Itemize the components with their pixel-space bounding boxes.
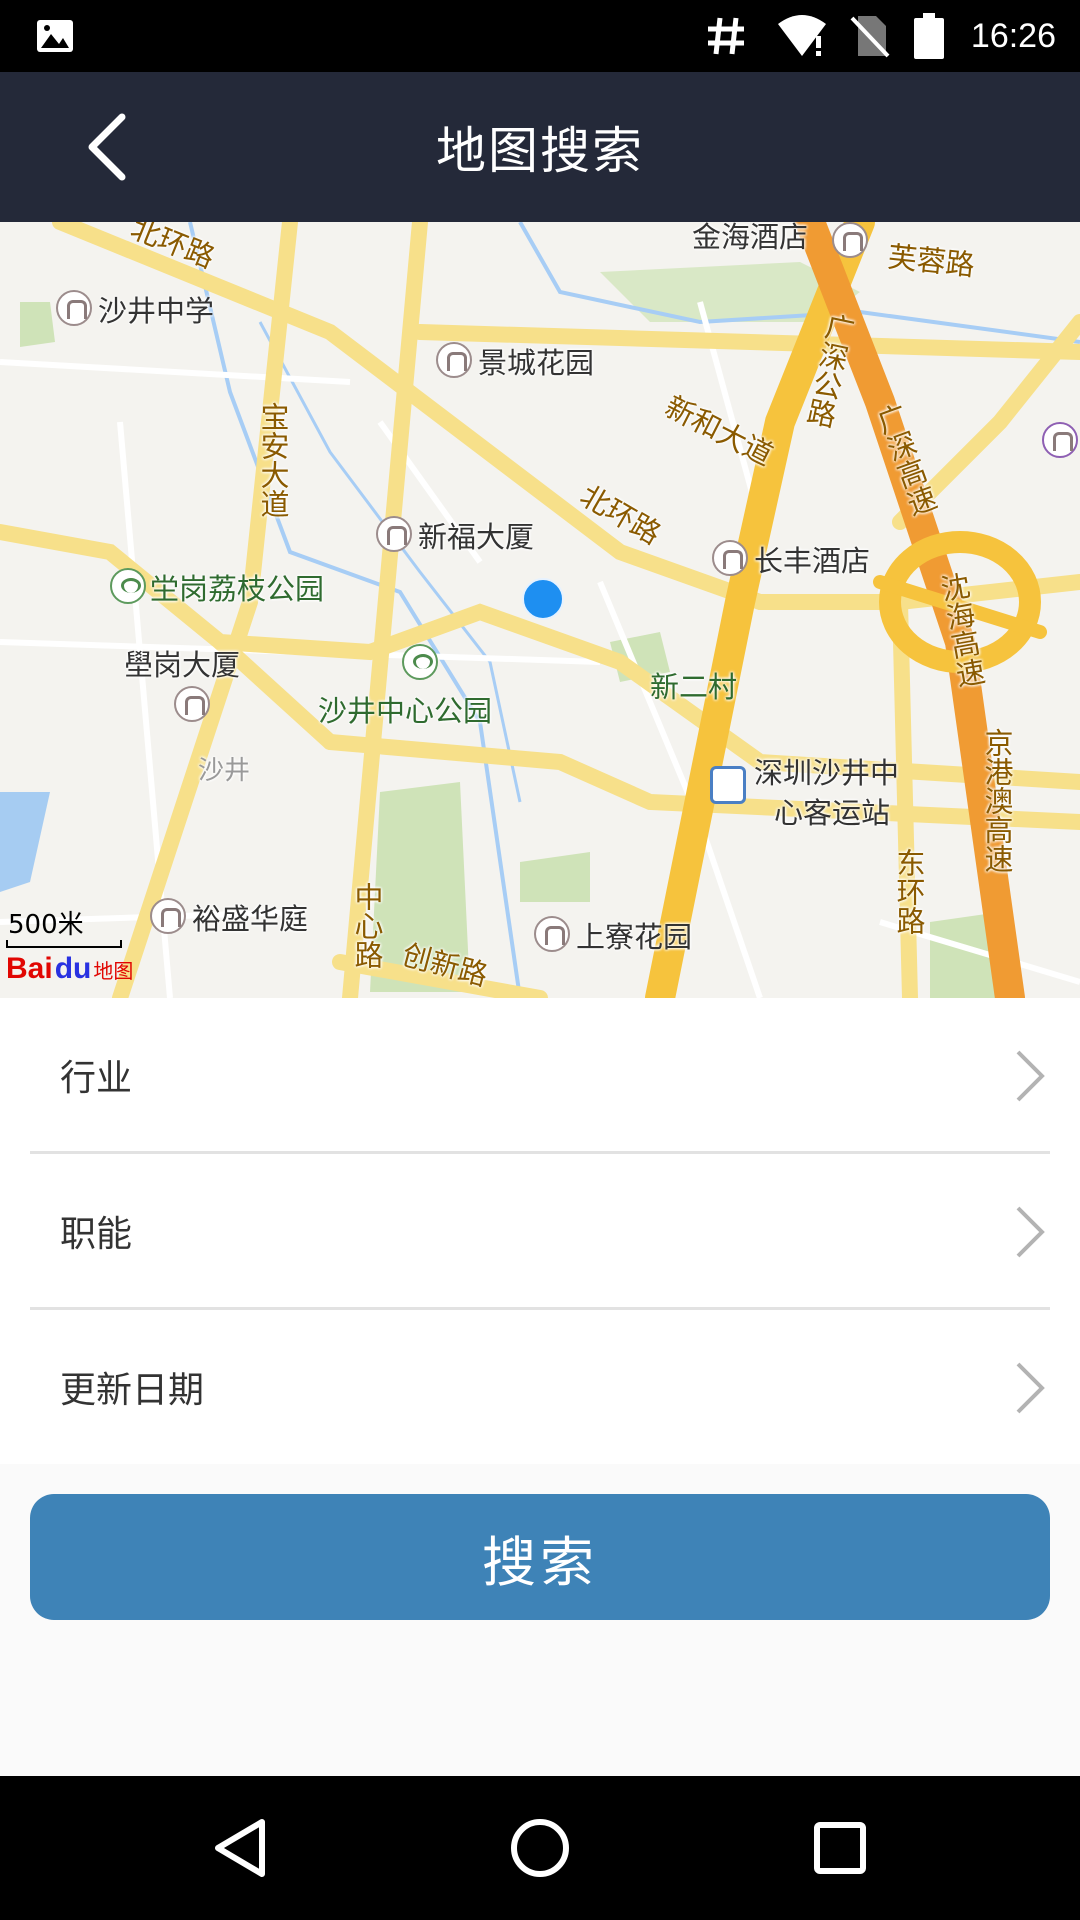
logo-text: Bai	[6, 952, 53, 985]
map-label: 沙井中学	[98, 294, 215, 328]
back-arrow-icon	[88, 113, 126, 181]
shopping-poi-icon[interactable]	[1042, 422, 1078, 458]
baidu-paw-icon: du	[54, 952, 92, 985]
search-button[interactable]: 搜索	[30, 1494, 1050, 1620]
hotel-poi-icon[interactable]	[832, 222, 868, 258]
building-poi-icon[interactable]	[174, 686, 210, 722]
map-label: 坣岗荔枝公园	[150, 572, 325, 606]
battery-icon	[904, 0, 954, 72]
current-location-marker[interactable]	[522, 578, 564, 620]
status-time: 16:26	[970, 16, 1056, 55]
map-label: 裕盛华庭	[192, 902, 309, 936]
chevron-right-icon	[1016, 1362, 1045, 1414]
map-scale-label: 500米	[8, 910, 84, 940]
road-label: 京港澳高速	[980, 728, 1014, 873]
map-label: 新福大厦	[418, 520, 535, 554]
back-button[interactable]	[62, 110, 152, 184]
school-poi-icon[interactable]	[56, 290, 92, 326]
map-scale-bar	[6, 940, 122, 948]
recents-square-icon	[814, 1822, 866, 1874]
building-poi-icon[interactable]	[150, 898, 186, 934]
map-label: 新二村	[650, 670, 738, 704]
page-title: 地图搜索	[436, 122, 644, 180]
chevron-right-icon	[1016, 1206, 1045, 1258]
logo-suffix: 地图	[93, 960, 134, 983]
filter-row-update-date[interactable]: 更新日期	[30, 1310, 1050, 1466]
building-poi-icon[interactable]	[436, 342, 472, 378]
building-poi-icon[interactable]	[534, 916, 570, 952]
park-poi-icon[interactable]	[402, 644, 438, 680]
map-label: 心客运站	[774, 796, 891, 830]
hotel-poi-icon[interactable]	[712, 540, 748, 576]
map-view[interactable]: 沙井中学 景城花园 新福大厦 长丰酒店 金海酒店 坣岗荔枝公园 壆岗大厦 沙井中…	[0, 222, 1080, 998]
bus-station-icon[interactable]	[710, 766, 746, 804]
nav-home-button[interactable]	[500, 1808, 580, 1888]
map-label: 壆岗大厦	[124, 648, 241, 682]
map-label: 长丰酒店	[754, 544, 871, 578]
chevron-right-icon	[1016, 1050, 1045, 1102]
no-sim-icon	[840, 0, 900, 72]
baidu-map-logo: Bai du 地图	[6, 952, 133, 986]
park-poi-icon[interactable]	[110, 568, 146, 604]
filter-label: 更新日期	[60, 1369, 205, 1411]
back-triangle-icon	[215, 1819, 265, 1877]
map-label: 金海酒店	[692, 222, 809, 254]
road-label: 中心路	[350, 882, 384, 969]
map-label: 景城花园	[478, 346, 595, 380]
system-nav-bar	[0, 1776, 1080, 1920]
road-label: 芙蓉路	[886, 239, 977, 283]
filter-list: 行业 职能 更新日期	[0, 998, 1080, 1464]
image-icon	[30, 0, 80, 72]
filter-label: 职能	[60, 1213, 133, 1255]
map-label: 上寮花园	[576, 920, 693, 954]
hash-icon	[696, 0, 756, 72]
map-label: 沙井中心公园	[318, 694, 493, 728]
home-circle-icon	[511, 1819, 569, 1877]
filter-row-function[interactable]: 职能	[30, 1154, 1050, 1310]
road-label: 宝安大道	[256, 402, 290, 518]
header-bar: 地图搜索	[0, 72, 1080, 222]
nav-recents-button[interactable]	[800, 1808, 880, 1888]
road-label: 东环路	[892, 848, 926, 935]
map-label: 沙井	[198, 756, 251, 786]
wifi-icon	[772, 0, 832, 72]
building-poi-icon[interactable]	[376, 516, 412, 552]
nav-back-button[interactable]	[200, 1808, 280, 1888]
filter-row-industry[interactable]: 行业	[30, 998, 1050, 1154]
filter-label: 行业	[60, 1057, 133, 1099]
status-bar: 16:26	[0, 0, 1080, 72]
map-label: 深圳沙井中	[754, 756, 900, 790]
